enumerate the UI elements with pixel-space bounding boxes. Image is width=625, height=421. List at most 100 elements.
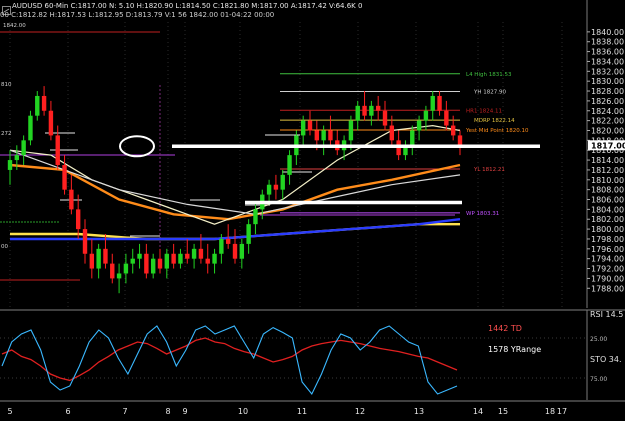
level-label: Yest Mid Point 1820.10 bbox=[465, 128, 529, 134]
candle-body bbox=[266, 184, 272, 195]
time-tick-label: 6 bbox=[65, 407, 70, 416]
candle-body bbox=[7, 160, 13, 170]
candle-body bbox=[75, 209, 81, 230]
price-tick-label: 1814.00 bbox=[591, 156, 624, 165]
candle-body bbox=[307, 120, 313, 131]
price-chart: L4 High 1831.53 YH 1827.90 HR1 1824.11 MDRP… bbox=[0, 0, 625, 421]
price-axis: 1840.001838.001836.001834.001832.001830.… bbox=[587, 28, 624, 293]
price-tick-label: 1826.00 bbox=[591, 97, 624, 106]
candle-body bbox=[450, 125, 456, 136]
candle-body bbox=[369, 105, 374, 116]
candle-body bbox=[444, 110, 449, 126]
price-tick-label: 1794.00 bbox=[591, 255, 624, 264]
candle-body bbox=[48, 110, 54, 136]
chart-window-icon bbox=[2, 0, 11, 15]
candle-body bbox=[225, 238, 231, 244]
price-tick-label: 1838.00 bbox=[591, 38, 624, 47]
price-tick-label: 1834.00 bbox=[591, 57, 624, 66]
candle-body bbox=[246, 224, 251, 244]
price-tick-label: 1806.00 bbox=[591, 196, 624, 205]
candle-body bbox=[157, 258, 163, 269]
candle-body bbox=[287, 155, 292, 175]
left-marker-label: 810 bbox=[1, 82, 12, 88]
candle-body bbox=[382, 110, 388, 126]
candle-body bbox=[130, 258, 135, 264]
candle-body bbox=[423, 110, 429, 121]
candle-body bbox=[69, 189, 74, 210]
level-label: WP 1803.31 bbox=[466, 211, 499, 217]
candle-body bbox=[164, 253, 170, 269]
candle-body bbox=[355, 105, 360, 121]
indicator-tick-label: 25.00 bbox=[590, 336, 607, 343]
candle-body bbox=[144, 253, 149, 274]
candle-body bbox=[410, 130, 415, 146]
left-marker-label: 272 bbox=[1, 131, 12, 137]
candle-body bbox=[116, 273, 122, 279]
price-tick-label: 1810.00 bbox=[591, 176, 624, 185]
candle-body bbox=[348, 120, 354, 141]
candle-body bbox=[41, 95, 47, 111]
price-tick-label: 1790.00 bbox=[591, 274, 624, 283]
indicator-tick-label: 75.00 bbox=[590, 376, 607, 383]
candle-body bbox=[55, 135, 60, 165]
symbol-subheader: 00 C:1812.82 H:1817.53 L:1812.95 D:1813.… bbox=[0, 11, 275, 19]
candle-body bbox=[212, 253, 217, 264]
candle-body bbox=[280, 174, 285, 190]
price-tick-label: 1804.00 bbox=[591, 205, 624, 214]
price-tick-label: 1792.00 bbox=[591, 265, 624, 274]
sto-axis-label: STO 34. bbox=[590, 355, 622, 364]
level-label: MDRP 1822.14 bbox=[474, 118, 515, 124]
price-tick-label: 1836.00 bbox=[591, 48, 624, 57]
price-tick-label: 1832.00 bbox=[591, 67, 624, 76]
candle-body bbox=[62, 165, 67, 190]
price-tick-label: 1820.00 bbox=[591, 126, 624, 135]
candle-body bbox=[219, 238, 224, 254]
candle-body bbox=[314, 130, 320, 141]
time-tick-label: 9 bbox=[182, 407, 187, 416]
price-tick-label: 1796.00 bbox=[591, 245, 624, 254]
time-tick-label: 17 bbox=[557, 407, 567, 416]
price-tick-label: 1798.00 bbox=[591, 235, 624, 244]
time-tick-label: 7 bbox=[122, 407, 127, 416]
candle-body bbox=[389, 125, 395, 141]
candle-body bbox=[205, 258, 210, 264]
time-tick-label: 13 bbox=[414, 407, 424, 416]
price-tick-label: 1822.00 bbox=[591, 117, 624, 126]
candle-body bbox=[14, 155, 20, 161]
level-label: L4 High 1831.53 bbox=[466, 72, 512, 78]
left-marker-label: 1842.00 bbox=[3, 23, 26, 29]
candle-body bbox=[123, 263, 129, 274]
price-tick-label: 1830.00 bbox=[591, 77, 624, 86]
time-tick-label: 14 bbox=[473, 407, 483, 416]
price-tick-label: 1840.00 bbox=[591, 28, 624, 37]
candle-body bbox=[362, 105, 367, 116]
candle-body bbox=[430, 95, 435, 111]
price-tick-label: 1802.00 bbox=[591, 215, 624, 224]
candle-body bbox=[198, 248, 204, 259]
candle-body bbox=[375, 105, 381, 111]
candle-body bbox=[457, 135, 463, 146]
candle-body bbox=[150, 258, 156, 274]
candle-body bbox=[416, 120, 422, 131]
td-label: 1442 TD bbox=[488, 324, 522, 333]
time-tick-label: 8 bbox=[165, 407, 170, 416]
candle-body bbox=[273, 184, 279, 190]
candle-body bbox=[191, 248, 197, 259]
candle-body bbox=[28, 115, 33, 141]
price-tick-label: 1800.00 bbox=[591, 225, 624, 234]
price-tick-label: 1824.00 bbox=[591, 107, 624, 116]
candle-body bbox=[232, 243, 238, 259]
candle-body bbox=[96, 248, 101, 269]
candle-body bbox=[110, 263, 115, 279]
yrange-label: 1578 YRange bbox=[488, 345, 541, 354]
candle-body bbox=[178, 253, 183, 264]
symbol-header: AUDUSD 60-Min C:1817.00 N: 5.10 H:1820.9… bbox=[12, 2, 363, 10]
level-label: HR1 1824.11 bbox=[466, 108, 502, 114]
candle-body bbox=[21, 140, 26, 156]
price-tick-label: 1828.00 bbox=[591, 87, 624, 96]
chart-background bbox=[0, 0, 625, 421]
time-tick-label: 10 bbox=[238, 407, 248, 416]
time-tick-label: 15 bbox=[498, 407, 508, 416]
price-tick-label: 1808.00 bbox=[591, 186, 624, 195]
time-tick-label: 18 bbox=[545, 407, 555, 416]
